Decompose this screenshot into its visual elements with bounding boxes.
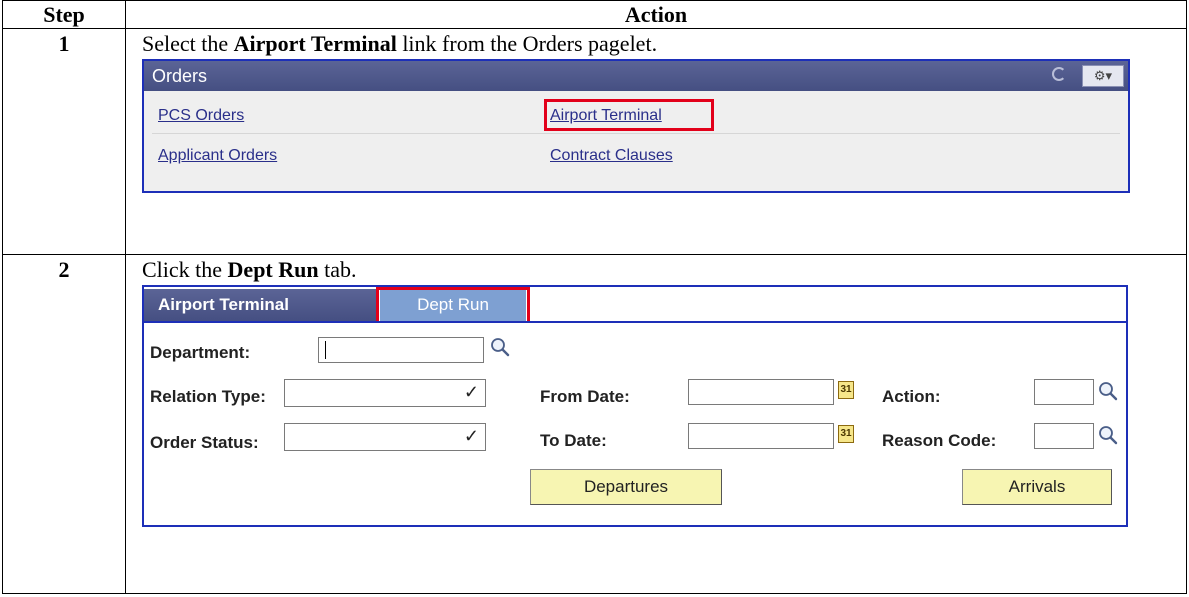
calendar-icon[interactable]: 31 <box>838 381 854 399</box>
instruction-table: Step Action 1 Select the Airport Termina… <box>2 0 1187 594</box>
order-status-select[interactable]: ✓ <box>284 423 486 451</box>
step-2-instruction: Click the Dept Run tab. <box>142 257 1186 283</box>
step-2-text-post: tab. <box>318 257 357 282</box>
contract-clauses-link[interactable]: Contract Clauses <box>550 139 673 173</box>
department-input[interactable] <box>318 337 484 363</box>
text-cursor <box>325 341 326 359</box>
applicant-orders-link[interactable]: Applicant Orders <box>158 139 277 173</box>
step-2-text-pre: Click the <box>142 257 228 282</box>
refresh-icon[interactable] <box>1052 67 1066 81</box>
relation-type-select[interactable]: ✓ <box>284 379 486 407</box>
to-date-label: To Date: <box>540 431 607 450</box>
step-number-1: 1 <box>2 28 126 255</box>
reason-code-label: Reason Code: <box>882 431 997 450</box>
step-1-instruction: Select the Airport Terminal link from th… <box>142 31 1186 57</box>
reason-code-input[interactable] <box>1034 423 1094 449</box>
department-lookup-icon[interactable] <box>490 337 510 357</box>
step-2-text-bold: Dept Run <box>227 257 319 282</box>
orders-pagelet-header: Orders ⚙▾ <box>144 61 1128 91</box>
from-date-label: From Date: <box>540 387 630 406</box>
step-1-text-bold: Airport Terminal <box>233 31 397 56</box>
action-label: Action: <box>882 387 941 406</box>
reason-code-lookup-icon[interactable] <box>1098 425 1118 445</box>
step-1-action: Select the Airport Terminal link from th… <box>125 28 1187 255</box>
airport-terminal-panel: Airport Terminal Dept Run Department: Re… <box>142 285 1128 527</box>
calendar-icon[interactable]: 31 <box>838 425 854 443</box>
chevron-down-icon: ✓ <box>463 426 479 446</box>
orders-pagelet-title: Orders <box>152 66 208 86</box>
pagelet-row: PCS Orders Airport Terminal <box>152 99 1120 134</box>
action-input[interactable] <box>1034 379 1094 405</box>
step-number-2: 2 <box>2 254 126 594</box>
pcs-orders-link[interactable]: PCS Orders <box>158 99 244 133</box>
gear-icon[interactable]: ⚙▾ <box>1082 65 1124 87</box>
relation-type-label: Relation Type: <box>150 387 266 406</box>
step-2-action: Click the Dept Run tab. Airport Terminal… <box>125 254 1187 594</box>
departures-button[interactable]: Departures <box>530 469 722 505</box>
arrivals-button[interactable]: Arrivals <box>962 469 1112 505</box>
orders-pagelet: Orders ⚙▾ PCS Orders Airport Terminal Ap… <box>142 59 1130 193</box>
from-date-input[interactable] <box>688 379 834 405</box>
chevron-down-icon: ✓ <box>463 382 479 402</box>
header-action: Action <box>125 0 1187 29</box>
tab-strip: Airport Terminal Dept Run <box>142 285 1128 325</box>
dept-run-highlight <box>376 287 530 325</box>
tab-airport-terminal[interactable]: Airport Terminal <box>144 289 376 321</box>
step-1-text-pre: Select the <box>142 31 234 56</box>
department-label: Department: <box>150 343 251 362</box>
airport-terminal-highlight <box>544 99 714 131</box>
pagelet-row: Applicant Orders Contract Clauses <box>152 139 1120 173</box>
action-lookup-icon[interactable] <box>1098 381 1118 401</box>
to-date-input[interactable] <box>688 423 834 449</box>
order-status-label: Order Status: <box>150 433 259 452</box>
step-1-text-post: link from the Orders pagelet. <box>396 31 658 56</box>
search-form: Department: Relation Type: ✓ Order Statu… <box>142 321 1128 527</box>
header-step: Step <box>2 0 126 29</box>
